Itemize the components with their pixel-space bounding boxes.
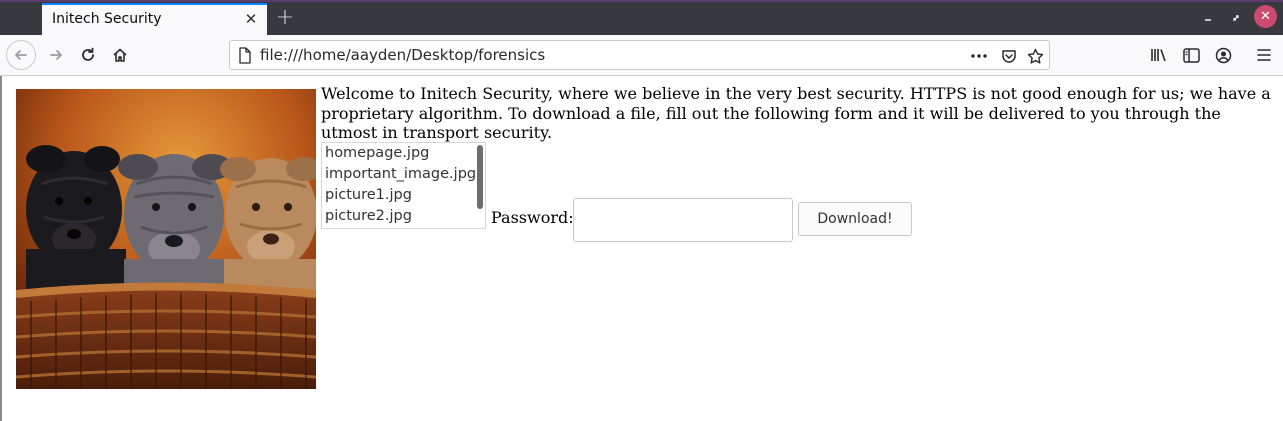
close-tab-icon[interactable]: ✕ [241,9,261,29]
pocket-icon[interactable] [998,45,1020,67]
page-icon [238,47,252,68]
file-option[interactable]: homepage.jpg [322,143,485,164]
window-left-border [0,76,2,421]
forward-button[interactable] [41,40,71,70]
file-option[interactable]: picture2.jpg [322,206,485,227]
home-icon [113,48,127,62]
maximize-window-icon[interactable] [1226,8,1246,28]
account-icon [1215,47,1231,63]
file-select-list[interactable]: homepage.jpg important_image.jpg picture… [321,142,486,229]
page-actions-icon[interactable] [968,45,990,67]
sidebar-button[interactable] [1176,40,1206,70]
reload-icon [82,47,94,61]
close-window-icon[interactable]: ✕ [1254,5,1277,28]
puppies-in-basket-image [16,89,316,389]
download-button[interactable]: Download! [798,202,912,236]
password-input[interactable] [573,198,793,242]
new-tab-button[interactable]: + [272,4,298,30]
navigation-toolbar: file:///home/aayden/Desktop/forensics [0,35,1283,76]
back-arrow-icon [15,50,27,60]
url-text: file:///home/aayden/Desktop/forensics [260,46,546,64]
account-button[interactable] [1208,40,1238,70]
back-button[interactable] [6,40,36,70]
sidebar-icon [1182,47,1200,63]
password-label: Password: [491,208,574,227]
browser-tab[interactable]: Initech Security ✕ [42,3,267,35]
file-list-scrollbar[interactable] [477,145,483,209]
minimize-window-icon[interactable] [1198,8,1218,28]
home-button[interactable] [105,40,135,70]
menu-button[interactable] [1249,40,1279,70]
file-option[interactable]: important_image.jpg [322,164,485,185]
address-bar[interactable]: file:///home/aayden/Desktop/forensics [229,40,1050,70]
file-option[interactable]: picture1.jpg [322,185,485,206]
tab-bar: Initech Security ✕ + ✕ [0,0,1283,35]
titlebar-accent [0,0,1283,2]
hamburger-menu-icon [1257,49,1271,61]
tab-title: Initech Security [52,11,162,27]
forward-arrow-icon [50,50,62,60]
library-icon [1151,49,1166,62]
intro-paragraph: Welcome to Initech Security, where we be… [321,84,1271,142]
library-button[interactable] [1144,40,1174,70]
bookmark-star-icon[interactable] [1024,45,1046,67]
reload-button[interactable] [73,40,103,70]
